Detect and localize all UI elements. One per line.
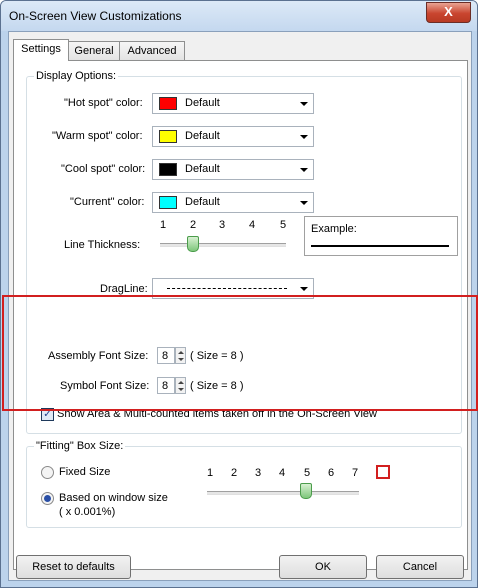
fitting-tick-1: 1 bbox=[207, 467, 214, 479]
hot-spot-swatch bbox=[159, 97, 177, 110]
line-thickness-label: Line Thickness: bbox=[64, 239, 141, 251]
cool-spot-label: "Cool spot" color: bbox=[61, 163, 146, 175]
dragline-label: DragLine: bbox=[100, 283, 148, 295]
hot-spot-color-select[interactable]: Default bbox=[152, 93, 314, 114]
fitting-tick-2: 2 bbox=[231, 467, 238, 479]
chevron-down-icon bbox=[300, 102, 308, 106]
hot-spot-label: "Hot spot" color: bbox=[64, 97, 143, 109]
fitting-tick-3: 3 bbox=[255, 467, 262, 479]
hot-spot-value: Default bbox=[185, 97, 220, 109]
tab-general[interactable]: General bbox=[67, 41, 121, 60]
warm-spot-swatch bbox=[159, 130, 177, 143]
based-on-window-radio[interactable] bbox=[41, 492, 54, 505]
close-button[interactable]: X bbox=[426, 2, 471, 23]
example-label: Example: bbox=[311, 223, 357, 235]
display-options-title: Display Options: bbox=[34, 70, 119, 82]
reset-to-defaults-button[interactable]: Reset to defaults bbox=[16, 555, 131, 579]
thickness-tick-1: 1 bbox=[160, 219, 167, 231]
window-title: On-Screen View Customizations bbox=[9, 9, 182, 23]
title-bar[interactable]: On-Screen View Customizations X bbox=[1, 1, 477, 31]
fitting-box-preview bbox=[376, 465, 390, 479]
chevron-down-icon bbox=[300, 135, 308, 139]
thickness-tick-5: 5 bbox=[280, 219, 287, 231]
chevron-down-icon bbox=[300, 168, 308, 172]
fitting-tick-7: 7 bbox=[352, 467, 359, 479]
thickness-tick-3: 3 bbox=[219, 219, 226, 231]
dialog-window: On-Screen View Customizations X Settings… bbox=[0, 0, 478, 588]
highlight-annotation bbox=[2, 295, 478, 411]
tab-advanced[interactable]: Advanced bbox=[119, 41, 185, 60]
chevron-down-icon bbox=[300, 287, 308, 291]
line-thickness-slider-thumb[interactable] bbox=[187, 236, 199, 252]
thickness-tick-2: 2 bbox=[190, 219, 197, 231]
dash-line-preview bbox=[167, 288, 287, 289]
fitting-size-slider-track[interactable] bbox=[207, 491, 359, 495]
fixed-size-radio[interactable] bbox=[41, 466, 54, 479]
tab-settings[interactable]: Settings bbox=[13, 39, 69, 61]
ok-button[interactable]: OK bbox=[279, 555, 367, 579]
current-color-select[interactable]: Default bbox=[152, 192, 314, 213]
fitting-tick-5: 5 bbox=[304, 467, 311, 479]
fitting-size-slider-thumb[interactable] bbox=[300, 483, 312, 499]
warm-spot-color-select[interactable]: Default bbox=[152, 126, 314, 147]
cool-spot-value: Default bbox=[185, 163, 220, 175]
fitting-tick-4: 4 bbox=[279, 467, 286, 479]
cool-spot-color-select[interactable]: Default bbox=[152, 159, 314, 180]
fitting-tick-6: 6 bbox=[328, 467, 335, 479]
radio-selected-dot bbox=[44, 495, 51, 502]
warm-spot-value: Default bbox=[185, 130, 220, 142]
fitting-box-title: "Fitting" Box Size: bbox=[34, 440, 126, 452]
current-swatch bbox=[159, 196, 177, 209]
thickness-tick-4: 4 bbox=[249, 219, 256, 231]
based-on-window-label[interactable]: Based on window size bbox=[59, 492, 168, 504]
close-icon: X bbox=[444, 4, 453, 19]
cool-spot-swatch bbox=[159, 163, 177, 176]
line-thickness-slider-track[interactable] bbox=[160, 243, 286, 247]
warm-spot-label: "Warm spot" color: bbox=[52, 130, 143, 142]
cancel-button[interactable]: Cancel bbox=[376, 555, 464, 579]
fixed-size-label[interactable]: Fixed Size bbox=[59, 466, 110, 478]
example-line bbox=[311, 245, 449, 247]
line-example-box: Example: bbox=[304, 216, 458, 256]
based-on-window-sublabel: ( x 0.001%) bbox=[59, 506, 116, 518]
chevron-down-icon bbox=[300, 201, 308, 205]
current-color-label: "Current" color: bbox=[70, 196, 145, 208]
current-value: Default bbox=[185, 196, 220, 208]
